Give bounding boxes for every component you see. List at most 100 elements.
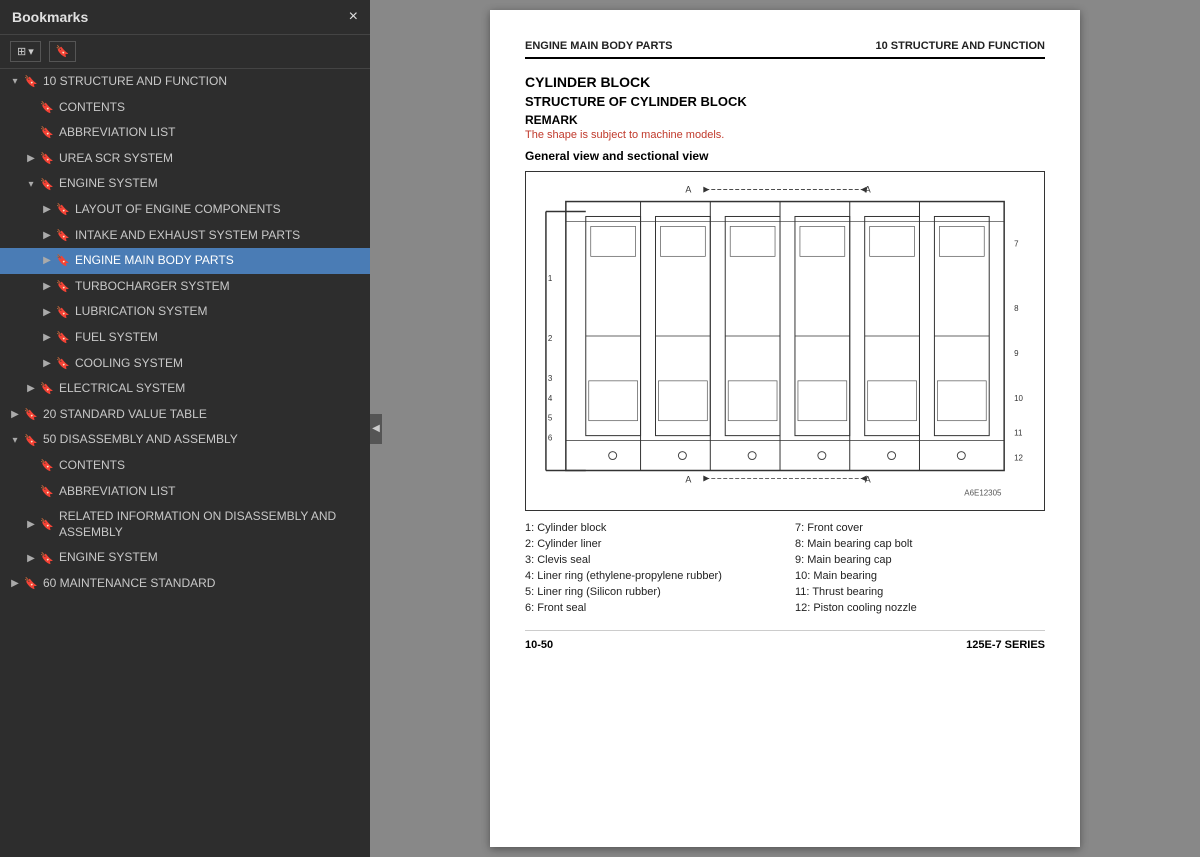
- footer-left: 10-50: [525, 639, 553, 651]
- svg-text:A: A: [685, 474, 691, 484]
- bookmark-label: CONTENTS: [59, 100, 362, 116]
- diagram-box: A A A A 1 2 3 4 5 6 7 8 9 10: [525, 171, 1045, 511]
- bookmark-tree: ▾🔖10 STRUCTURE AND FUNCTION🔖CONTENTS🔖ABB…: [0, 69, 370, 857]
- svg-text:11: 11: [1014, 429, 1023, 438]
- bookmark-label: 60 MAINTENANCE STANDARD: [43, 576, 362, 592]
- svg-text:1: 1: [548, 274, 553, 283]
- collapse-handle[interactable]: ◀: [370, 414, 382, 444]
- part-item-right: 9: Main bearing cap: [795, 553, 1045, 567]
- view-button[interactable]: ⊞ ▾: [10, 41, 41, 62]
- toggle-icon: ▶: [24, 383, 38, 394]
- document-header: ENGINE MAIN BODY PARTS 10 STRUCTURE AND …: [525, 40, 1045, 59]
- bookmark-item[interactable]: ▾🔖 10 STRUCTURE AND FUNCTION: [0, 69, 370, 95]
- bookmark-icon: 🔖: [56, 254, 70, 267]
- toggle-icon: ▾: [8, 76, 22, 87]
- bookmark-item[interactable]: 🔖CONTENTS: [0, 453, 370, 479]
- toggle-icon: ▶: [40, 204, 54, 215]
- bookmark-icon: 🔖: [56, 331, 70, 344]
- bookmark-item[interactable]: ▶🔖60 MAINTENANCE STANDARD: [0, 571, 370, 597]
- svg-text:12: 12: [1014, 454, 1023, 463]
- bookmark-label: COOLING SYSTEM: [75, 356, 362, 372]
- main-content: ENGINE MAIN BODY PARTS 10 STRUCTURE AND …: [370, 0, 1200, 857]
- bookmark-button[interactable]: 🔖: [49, 41, 77, 62]
- bookmark-item[interactable]: ▶🔖ENGINE MAIN BODY PARTS: [0, 248, 370, 274]
- bookmark-item[interactable]: ▾🔖50 DISASSEMBLY AND ASSEMBLY: [0, 427, 370, 453]
- bookmark-label: CONTENTS: [59, 458, 362, 474]
- bookmark-icon: 🔖: [40, 178, 54, 191]
- part-item-left: 1: Cylinder block: [525, 521, 775, 535]
- section-title: CYLINDER BLOCK: [525, 74, 1045, 90]
- sidebar-header: Bookmarks ×: [0, 0, 370, 35]
- bookmark-item[interactable]: ▾🔖 ENGINE SYSTEM: [0, 171, 370, 197]
- bookmark-item[interactable]: 🔖 ABBREVIATION LIST: [0, 479, 370, 505]
- footer-right: 125E-7 SERIES: [966, 639, 1045, 651]
- part-item-right: 8: Main bearing cap bolt: [795, 537, 1045, 551]
- svg-text:3: 3: [548, 374, 553, 383]
- bookmark-item[interactable]: ▶🔖ELECTRICAL SYSTEM: [0, 376, 370, 402]
- view-label: General view and sectional view: [525, 149, 1045, 163]
- bookmark-label: ENGINE SYSTEM: [59, 176, 362, 192]
- toggle-icon: ▶: [40, 255, 54, 266]
- bookmark-icon: 🔖: [24, 75, 38, 88]
- bookmark-item[interactable]: ▶🔖LUBRICATION SYSTEM: [0, 299, 370, 325]
- svg-text:10: 10: [1014, 394, 1023, 403]
- bookmark-icon: 🔖: [56, 306, 70, 319]
- bookmark-icon: 🔖: [40, 485, 54, 498]
- bookmark-item[interactable]: ▶🔖20 STANDARD VALUE TABLE: [0, 402, 370, 428]
- bookmark-item[interactable]: ▶🔖LAYOUT OF ENGINE COMPONENTS: [0, 197, 370, 223]
- bookmark-label: ABBREVIATION LIST: [59, 484, 362, 500]
- bookmark-icon: 🔖: [40, 552, 54, 565]
- parts-list: 1: Cylinder block 7: Front cover 2: Cylind…: [525, 521, 1045, 615]
- bookmark-label: LUBRICATION SYSTEM: [75, 304, 362, 320]
- grid-icon: ⊞: [17, 45, 26, 58]
- svg-text:9: 9: [1014, 349, 1019, 358]
- sidebar: Bookmarks × ⊞ ▾ 🔖 ▾🔖10 STRUCTURE AND FUN…: [0, 0, 370, 857]
- bookmark-item[interactable]: ▶🔖 INTAKE AND EXHAUST SYSTEM PARTS: [0, 223, 370, 249]
- bookmark-icon: 🔖: [40, 101, 54, 114]
- bookmark-icon-toolbar: 🔖: [56, 45, 70, 58]
- close-button[interactable]: ×: [349, 8, 358, 26]
- svg-text:A6E12305: A6E12305: [964, 488, 1002, 497]
- toggle-icon: ▶: [40, 332, 54, 343]
- bookmark-label: FUEL SYSTEM: [75, 330, 362, 346]
- bookmark-icon: 🔖: [56, 357, 70, 370]
- svg-text:5: 5: [548, 414, 553, 423]
- document-footer: 10-50 125E-7 SERIES: [525, 630, 1045, 651]
- chevron-down-icon: ▾: [28, 45, 34, 58]
- part-item-right: 11: Thrust bearing: [795, 585, 1045, 599]
- toggle-icon: ▶: [40, 358, 54, 369]
- bookmark-label: UREA SCR SYSTEM: [59, 151, 362, 167]
- bookmark-item[interactable]: ▶🔖ENGINE SYSTEM: [0, 545, 370, 571]
- page-container: ENGINE MAIN BODY PARTS 10 STRUCTURE AND …: [490, 10, 1080, 847]
- bookmark-icon: 🔖: [40, 382, 54, 395]
- bookmark-label: 10 STRUCTURE AND FUNCTION: [43, 74, 362, 90]
- toggle-icon: ▶: [24, 519, 38, 530]
- svg-text:6: 6: [548, 434, 553, 443]
- part-item-left: 6: Front seal: [525, 601, 775, 615]
- sidebar-title: Bookmarks: [12, 9, 88, 25]
- bookmark-label: TURBOCHARGER SYSTEM: [75, 279, 362, 295]
- toggle-icon: ▶: [40, 230, 54, 241]
- part-item-left: 2: Cylinder liner: [525, 537, 775, 551]
- bookmark-label: 50 DISASSEMBLY AND ASSEMBLY: [43, 432, 362, 448]
- svg-text:4: 4: [548, 394, 553, 403]
- bookmark-item[interactable]: ▶🔖UREA SCR SYSTEM: [0, 146, 370, 172]
- toggle-icon: ▶: [8, 578, 22, 589]
- bookmark-item[interactable]: 🔖ABBREVIATION LIST: [0, 120, 370, 146]
- bookmark-label: ENGINE SYSTEM: [59, 550, 362, 566]
- sidebar-toolbar: ⊞ ▾ 🔖: [0, 35, 370, 69]
- bookmark-item[interactable]: 🔖 CONTENTS: [0, 95, 370, 121]
- bookmark-item[interactable]: ▶🔖 COOLING SYSTEM: [0, 351, 370, 377]
- toggle-icon: ▾: [24, 179, 38, 190]
- svg-text:7: 7: [1014, 239, 1019, 248]
- bookmark-item[interactable]: ▶🔖RELATED INFORMATION ON DISASSEMBLY AND…: [0, 504, 370, 545]
- bookmark-icon: 🔖: [56, 229, 70, 242]
- bookmark-item[interactable]: ▶🔖TURBOCHARGER SYSTEM: [0, 274, 370, 300]
- bookmark-icon: 🔖: [56, 280, 70, 293]
- part-item-right: 10: Main bearing: [795, 569, 1045, 583]
- svg-text:8: 8: [1014, 304, 1019, 313]
- part-item-right: 7: Front cover: [795, 521, 1045, 535]
- toggle-icon: ▶: [24, 153, 38, 164]
- bookmark-item[interactable]: ▶🔖 FUEL SYSTEM: [0, 325, 370, 351]
- bookmark-label: INTAKE AND EXHAUST SYSTEM PARTS: [75, 228, 362, 244]
